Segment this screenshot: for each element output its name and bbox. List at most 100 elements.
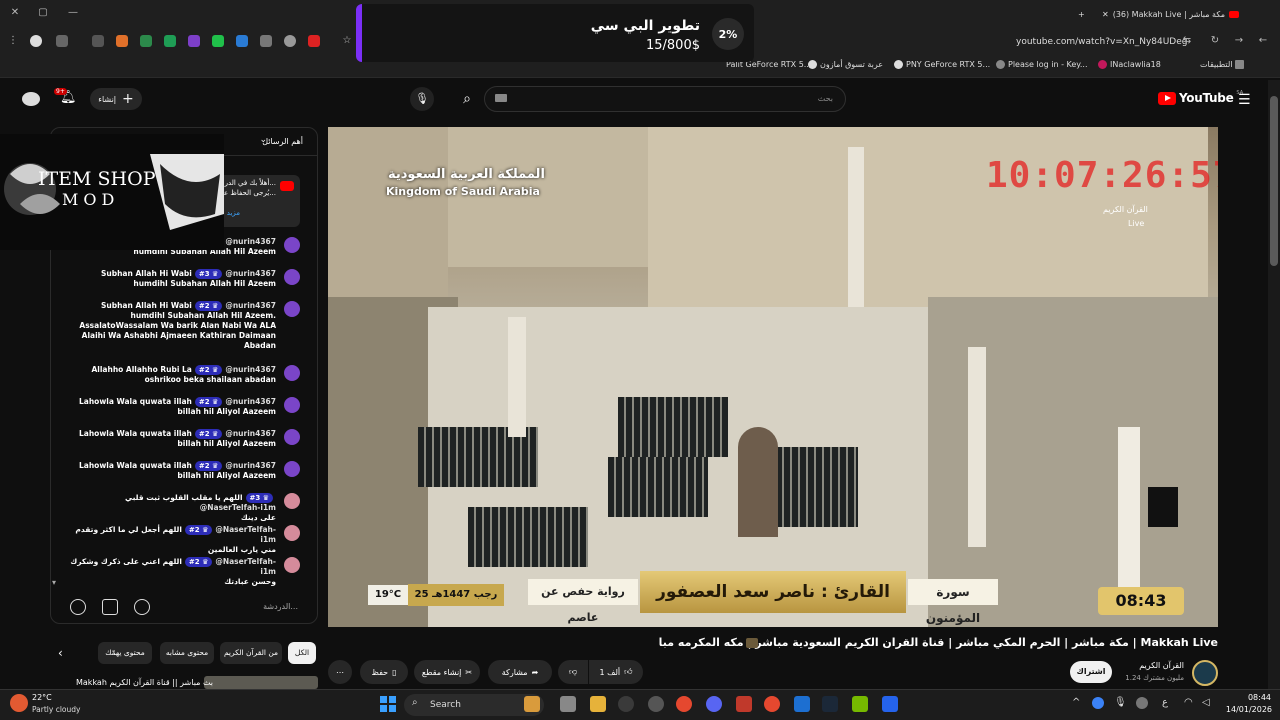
message-author[interactable]: @nurin4367 <box>225 269 276 278</box>
extension-icon-4[interactable] <box>140 35 152 47</box>
weather-icon[interactable] <box>10 694 28 712</box>
subscribe-button[interactable]: اشتراك <box>1070 661 1112 683</box>
search-highlight-icon[interactable] <box>524 696 540 712</box>
channel-avatar[interactable] <box>1192 660 1218 686</box>
volume-icon[interactable] <box>260 35 272 47</box>
channel-name[interactable]: القرآن الكريم <box>1139 661 1184 670</box>
new-tab-button[interactable]: + <box>1078 4 1085 24</box>
message-author[interactable]: @nurin4367 <box>225 397 276 406</box>
language-icon[interactable]: ع <box>1162 697 1168 708</box>
menu-dots-icon[interactable]: ⋮ <box>6 34 20 48</box>
search-input[interactable]: بحث <box>484 86 846 112</box>
bookmark-1[interactable]: INaclawlia18 <box>1098 60 1161 69</box>
settings-icon[interactable] <box>618 696 634 712</box>
tune-icon[interactable]: ⇆ <box>1180 34 1194 48</box>
more-actions-button[interactable]: ⋯ <box>328 660 352 684</box>
chat-avatar[interactable] <box>284 525 300 541</box>
taskbar-time[interactable]: 08:44 <box>1227 693 1271 702</box>
bookmark-star-icon[interactable]: ☆ <box>340 34 354 48</box>
extension-icon-6[interactable] <box>188 35 200 47</box>
bookmark-3[interactable]: PNY GeForce RTX 5... <box>894 60 990 69</box>
nvidia-icon[interactable] <box>852 696 868 712</box>
extension-icon-9[interactable] <box>284 35 296 47</box>
extension-icon-2[interactable] <box>92 35 104 47</box>
extension-icon-8[interactable] <box>236 35 248 47</box>
search-button[interactable]: ⌕ <box>452 87 482 111</box>
task-view-icon[interactable] <box>560 696 576 712</box>
video-player[interactable]: المملكة العربية السعودية Kingdom of Saud… <box>328 127 1218 627</box>
volume-icon[interactable]: ◁ <box>1202 697 1210 708</box>
chip-similar[interactable]: محتوى مشابه <box>160 642 214 664</box>
file-explorer-icon[interactable] <box>590 696 606 712</box>
extension-icon-1[interactable] <box>56 35 68 47</box>
dislike-button[interactable]: 👎︎ <box>558 660 588 684</box>
message-author[interactable]: @nurin4367 <box>225 429 276 438</box>
extension-icon-5[interactable] <box>164 35 176 47</box>
app-icon[interactable] <box>736 696 752 712</box>
chip-from-channel[interactable]: من القرآن الكريم <box>220 642 282 664</box>
forward-icon[interactable]: → <box>1232 34 1246 48</box>
chip-all[interactable]: الكل <box>288 642 316 664</box>
message-author[interactable]: @NaserTelfah-i1m <box>215 557 276 576</box>
message-author[interactable]: @NaserTelfah-i1m <box>215 525 276 544</box>
bookmark-apps[interactable]: التطبيقات <box>1200 60 1245 69</box>
like-button[interactable]: 1 ألف 👍︎ <box>589 660 643 684</box>
chevron-up-icon[interactable]: ^ <box>1072 697 1080 708</box>
tab-youtube[interactable]: ✕ (36) Makkah Live | مكة مباشر <box>1102 4 1252 24</box>
voice-search-button[interactable]: 🎙︎ <box>410 87 434 111</box>
extension-icon-10[interactable] <box>308 35 320 47</box>
maximize-window-icon[interactable]: ▢ <box>36 6 50 20</box>
tray-icon-2[interactable] <box>1136 697 1148 709</box>
message-author[interactable]: @nurin4367 <box>225 461 276 470</box>
avatar[interactable] <box>22 92 40 106</box>
chat-avatar[interactable] <box>284 301 300 317</box>
gear-icon[interactable] <box>648 696 664 712</box>
bookmark-4[interactable]: عربة تسوق أمازون <box>808 60 883 69</box>
close-window-icon[interactable]: ✕ <box>8 6 22 20</box>
share-button[interactable]: مشاركة ➦ <box>488 660 552 684</box>
message-author[interactable]: @nurin4367 <box>225 237 276 246</box>
chat-avatar[interactable] <box>284 237 300 253</box>
message-author[interactable]: @NaserTelfah-i1m <box>200 503 276 512</box>
clip-button[interactable]: إنشاء مقطع ✂ <box>414 660 480 684</box>
chat-avatar[interactable] <box>284 461 300 477</box>
back-icon[interactable]: ← <box>1256 34 1270 48</box>
wifi-icon[interactable]: ◠ <box>1184 697 1193 708</box>
close-tab-icon[interactable]: ✕ <box>1102 10 1109 19</box>
chrome-icon[interactable] <box>676 696 692 712</box>
reload-icon[interactable]: ↻ <box>1208 34 1222 48</box>
message-author[interactable]: @nurin4367 <box>225 301 276 310</box>
chat-input[interactable]: الدردشة... <box>62 597 308 617</box>
windows-start-icon[interactable] <box>380 696 396 712</box>
keyboard-icon[interactable] <box>495 94 507 102</box>
chat-avatar[interactable] <box>284 557 300 573</box>
minimize-window-icon[interactable]: — <box>66 6 80 20</box>
profile-icon[interactable] <box>30 35 42 47</box>
steam-icon[interactable] <box>822 696 838 712</box>
create-button[interactable]: إنشاء + <box>90 88 142 110</box>
chat-avatar[interactable] <box>284 429 300 445</box>
discord-icon[interactable] <box>706 696 722 712</box>
chat-avatar[interactable] <box>284 493 300 509</box>
microphone-icon[interactable]: 🎙︎ <box>1114 697 1127 708</box>
taskbar-date[interactable]: 14/01/2026 <box>1222 705 1272 714</box>
app-icon-2[interactable] <box>794 696 810 712</box>
taskbar-search[interactable]: Search <box>404 694 544 716</box>
address-bar[interactable]: youtube.com/watch?v=Xn_Ny84UDeg <box>1016 37 1187 47</box>
chat-avatar[interactable] <box>284 397 300 413</box>
extension-icon-7[interactable] <box>212 35 224 47</box>
save-button[interactable]: حفظ ▯ <box>360 660 408 684</box>
tray-icon[interactable] <box>1092 697 1104 709</box>
youtube-logo[interactable]: YouTube SA <box>1158 90 1243 105</box>
message-author[interactable]: @nurin4367 <box>225 365 276 374</box>
scroll-down-icon[interactable]: ▾ <box>52 578 56 587</box>
hamburger-menu-icon[interactable]: ☰ <box>1238 92 1251 108</box>
extension-icon-3[interactable] <box>116 35 128 47</box>
scrollbar-thumb[interactable] <box>1270 96 1278 266</box>
chevron-left-icon[interactable]: ‹ <box>58 646 63 660</box>
chrome-icon-2[interactable] <box>764 696 780 712</box>
related-thumbnail[interactable] <box>204 676 318 689</box>
related-video-title[interactable]: Makkah بث مباشر || قناة القرآن الكريم <box>76 678 213 687</box>
app-icon-3[interactable] <box>882 696 898 712</box>
bookmark-2[interactable]: Please log in - Key... <box>996 60 1088 69</box>
